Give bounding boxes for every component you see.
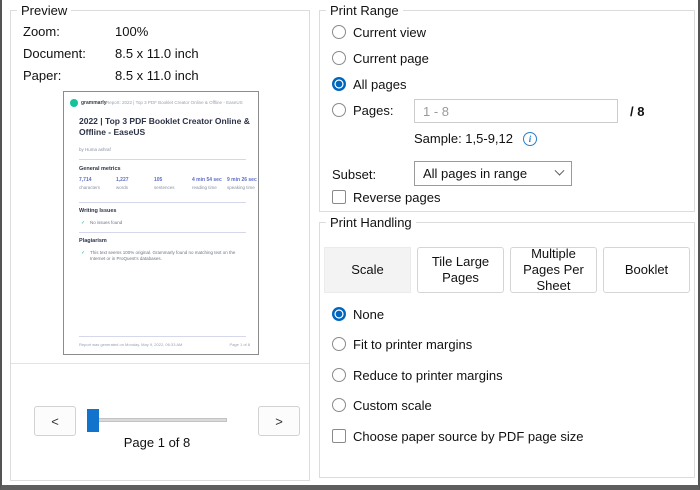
radio-reduce-to-printer-margins[interactable]: Reduce to printer margins — [332, 367, 503, 383]
tab-scale[interactable]: Scale — [324, 247, 411, 293]
sample-text: Sample: 1,5-9,12 — [414, 131, 514, 146]
print-range-group-label: Print Range — [326, 3, 403, 18]
paper-label: Paper: — [23, 68, 62, 83]
next-page-button[interactable]: > — [258, 406, 300, 436]
check-icon: ✓ — [81, 220, 86, 226]
radio-pages[interactable]: Pages: — [332, 102, 393, 118]
radio-current-page[interactable]: Current page — [332, 50, 429, 66]
radio-icon — [332, 337, 346, 351]
radio-icon — [332, 307, 346, 321]
radio-icon — [332, 77, 346, 91]
paper-value: 8.5 x 11.0 inch — [115, 68, 199, 83]
report-footer-right: Page 1 of 8 — [229, 342, 250, 347]
divider — [79, 159, 246, 160]
chevron-down-icon — [554, 165, 565, 176]
subset-dropdown[interactable]: All pages in range — [414, 161, 572, 186]
grammarly-logo-icon — [70, 99, 78, 107]
print-range-group: Print Range Current view Current page Al… — [319, 3, 695, 212]
reverse-pages-checkbox[interactable]: Reverse pages — [332, 189, 440, 205]
print-handling-tabs: Scale Tile Large Pages Multiple Pages Pe… — [324, 246, 690, 293]
page-slider-handle[interactable] — [87, 409, 99, 432]
writing-issues-heading: Writing Issues — [79, 208, 117, 214]
divider — [79, 232, 246, 233]
checkbox-icon — [332, 429, 346, 443]
radio-icon — [332, 103, 346, 117]
divider — [79, 202, 246, 203]
plagiarism-item: This text seems 100% original. Grammarly… — [90, 250, 236, 261]
metric-reading-time: 4 min 54 sec reading time — [192, 177, 222, 190]
print-dialog: Preview Zoom: 100% Document: 8.5 x 11.0 … — [0, 0, 700, 490]
page-status: Page 1 of 8 — [123, 435, 191, 450]
info-icon[interactable]: i — [523, 131, 538, 146]
print-handling-group: Print Handling Scale Tile Large Pages Mu… — [319, 215, 695, 478]
tab-multiple-pages-per-sheet[interactable]: Multiple Pages Per Sheet — [510, 246, 597, 293]
subset-label: Subset: — [332, 167, 377, 182]
writing-issues-item: No issues found — [90, 220, 123, 225]
paper-source-checkbox[interactable]: Choose paper source by PDF page size — [332, 428, 584, 444]
zoom-label: Zoom: — [23, 24, 60, 39]
zoom-value: 100% — [115, 24, 149, 39]
preview-separator — [11, 363, 309, 364]
page-slider-track[interactable] — [88, 418, 227, 422]
document-value: 8.5 x 11.0 inch — [115, 46, 199, 61]
plagiarism-heading: Plagiarism — [79, 238, 107, 244]
previous-page-button[interactable]: < — [34, 406, 76, 436]
radio-icon — [332, 398, 346, 412]
preview-group: Preview Zoom: 100% Document: 8.5 x 11.0 … — [10, 3, 310, 481]
radio-all-pages[interactable]: All pages — [332, 76, 406, 92]
radio-scale-none[interactable]: None — [332, 306, 384, 322]
report-title: 2022 | Top 3 PDF Booklet Creator Online … — [79, 116, 250, 137]
radio-icon — [332, 25, 346, 39]
sample-row: Sample: 1,5-9,12 i — [414, 131, 538, 146]
tab-tile-large-pages[interactable]: Tile Large Pages — [417, 247, 504, 293]
radio-custom-scale[interactable]: Custom scale — [332, 397, 432, 413]
metric-speaking-time: 9 min 26 sec speaking time — [227, 177, 257, 190]
metrics-heading: General metrics — [79, 166, 121, 172]
preview-group-label: Preview — [17, 3, 72, 18]
divider — [79, 336, 246, 337]
print-handling-group-label: Print Handling — [326, 215, 416, 230]
metric-sentences: 105 sentences — [154, 177, 175, 190]
radio-fit-to-printer-margins[interactable]: Fit to printer margins — [332, 336, 472, 352]
radio-current-view[interactable]: Current view — [332, 24, 426, 40]
pages-range-input[interactable] — [414, 99, 618, 123]
report-footer-left: Report was generated on Monday, May 9, 2… — [79, 342, 183, 347]
brand-name: grammarly — [81, 100, 107, 106]
radio-icon — [332, 51, 346, 65]
metric-characters: 7,714 characters — [79, 177, 101, 190]
check-icon: ✓ — [81, 250, 86, 256]
tab-booklet[interactable]: Booklet — [603, 247, 690, 293]
checkbox-icon — [332, 190, 346, 204]
radio-icon — [332, 368, 346, 382]
report-byline: by Huma ashraf — [79, 147, 111, 152]
report-header-text: Report: 2022 | Top 3 PDF Booklet Creator… — [106, 100, 243, 105]
metric-words: 1,227 words — [116, 177, 129, 190]
pages-total-label: / 8 — [630, 104, 645, 119]
preview-page-thumbnail: grammarly Report: 2022 | Top 3 PDF Bookl… — [63, 91, 259, 355]
document-label: Document: — [23, 46, 86, 61]
subset-selected-value: All pages in range — [423, 166, 528, 181]
